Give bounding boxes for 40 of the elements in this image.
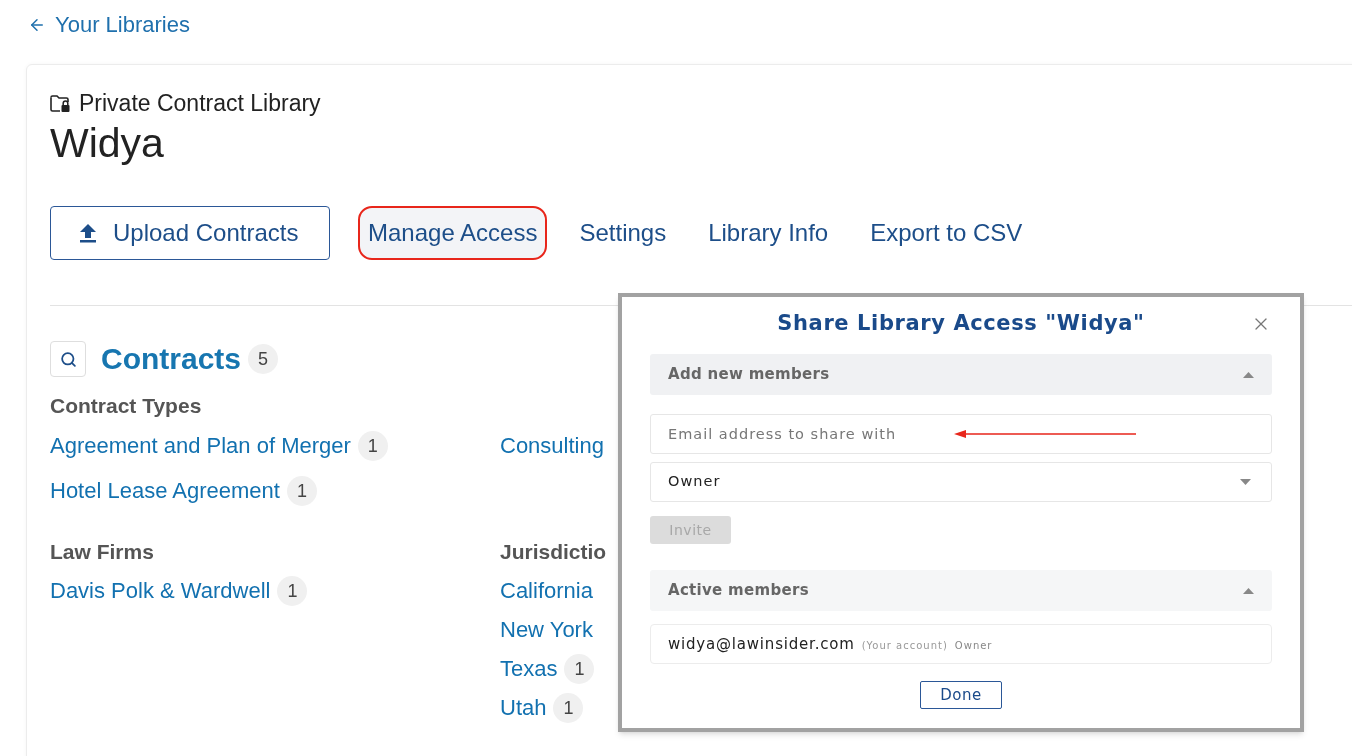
role-select[interactable]: Owner [650,462,1272,502]
search-button[interactable] [50,341,86,377]
nav-link[interactable]: Export to CSV [860,206,1033,260]
facet-link[interactable]: Consulting [500,431,604,460]
done-button[interactable]: Done [920,681,1002,709]
folder-lock-icon [50,94,70,112]
contracts-title: Contracts [101,341,242,377]
nav-link[interactable]: Library Info [698,206,839,260]
member-email: widya@lawinsider.com [668,633,855,655]
search-icon [59,350,77,368]
count-badge: 1 [277,575,308,606]
library-name: Widya [50,121,164,165]
member-note: (Your account) [861,638,948,653]
caret-down-icon [1240,479,1251,485]
facet-link[interactable]: Texas [500,654,558,683]
dialog-title: Share Library Access "Widya" [777,310,1145,338]
count-badge: 5 [248,344,279,374]
facet-link[interactable]: New York [500,615,593,644]
nav-link[interactable]: Manage Access [358,206,548,260]
facet-link[interactable]: Agreement and Plan of Merger [50,431,351,460]
count-badge: 1 [357,430,388,461]
section-heading: Jurisdictio [500,539,607,565]
facet-link[interactable]: California [500,576,593,605]
section-heading: Contract Types [50,393,202,419]
member-role: Owner [954,638,993,653]
facet-link[interactable]: Hotel Lease Agreement [50,476,280,505]
count-badge: 1 [286,475,317,506]
upload-icon [79,223,97,243]
email-field[interactable]: Email address to share with [650,414,1272,454]
section-header[interactable]: Add new members [650,354,1272,395]
facet-link[interactable]: Davis Polk & Wardwell [50,576,271,605]
facet-link[interactable]: Utah [500,693,547,722]
section-heading: Law Firms [50,539,154,565]
section-header[interactable]: Active members [650,570,1272,611]
count-badge: 1 [553,692,584,723]
nav-link[interactable]: Settings [569,206,677,260]
library-type: Private Contract Library [79,89,321,117]
upload-button[interactable]: Upload Contracts [50,206,330,260]
back-link[interactable]: Your Libraries [28,11,190,39]
count-badge: 1 [564,653,595,684]
